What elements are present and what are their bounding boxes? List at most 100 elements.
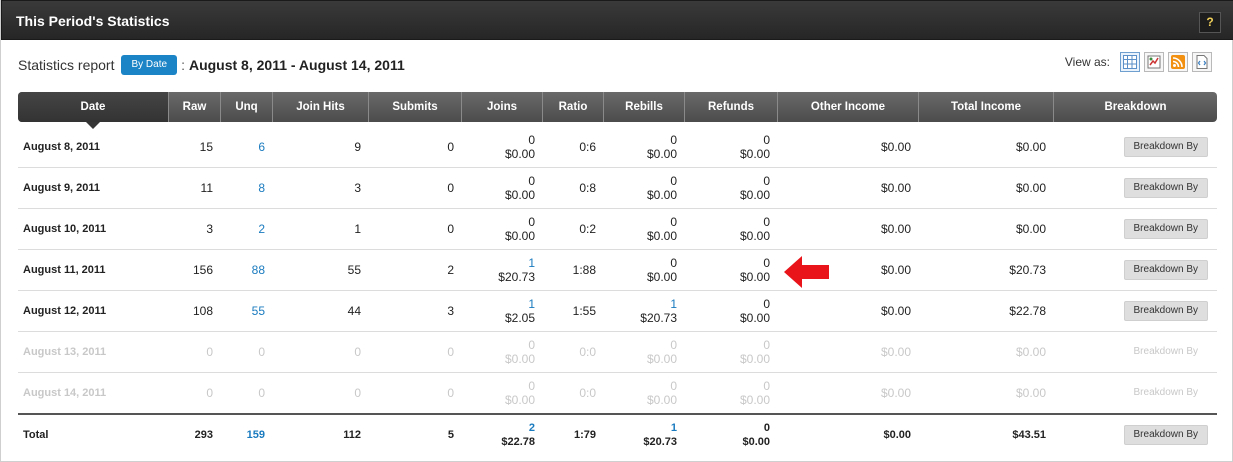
row-refunds-amount: $0.00 (739, 229, 770, 243)
row-breakdown: Breakdown By (1054, 137, 1217, 157)
breakdown-by-button[interactable]: Breakdown By (1123, 137, 1208, 157)
row-joins-amount: $0.00 (504, 188, 535, 202)
column-header-unq[interactable]: Unq (221, 92, 273, 122)
panel-title-bar: This Period's Statistics ? (1, 0, 1233, 40)
row-rebills-amount: $20.73 (640, 311, 677, 325)
row-raw: 0 (206, 345, 213, 359)
column-header-ratio[interactable]: Ratio (543, 92, 604, 122)
breakdown-by-button[interactable]: Breakdown By (1123, 178, 1208, 198)
column-header-other-income[interactable]: Other Income (778, 92, 919, 122)
total-joins: 2 $22.78 (462, 421, 543, 449)
row-unq-link[interactable]: 2 (221, 222, 273, 236)
row-refunds: 0 $0.00 (685, 174, 778, 202)
row-rebills-amount: $0.00 (646, 147, 677, 161)
column-header-submits[interactable]: Submits (369, 92, 462, 122)
row-other-income: $0.00 (880, 140, 911, 154)
total-other-income: $0.00 (883, 429, 911, 441)
statistics-table-body: August 8, 2011 15 6 9 0 0 $0.00 0:6 0 $0.0… (18, 127, 1217, 455)
row-joins-amount: $0.00 (504, 393, 535, 407)
by-date-button[interactable]: By Date (121, 55, 178, 75)
column-header-join-hits[interactable]: Join Hits (273, 92, 369, 122)
chart-view-icon[interactable] (1144, 52, 1164, 72)
column-header-refunds[interactable]: Refunds (685, 92, 778, 122)
view-as-label: View as: (1064, 55, 1110, 69)
total-raw: 293 (194, 429, 213, 441)
row-total-income: $0.00 (1015, 181, 1046, 195)
grid-view-icon[interactable] (1120, 52, 1140, 72)
separator: : (181, 57, 185, 73)
row-raw: 3 (206, 222, 213, 236)
row-rebills: 0 $0.00 (604, 174, 685, 202)
column-header-joins[interactable]: Joins (462, 92, 543, 122)
row-submits: 0 (447, 181, 454, 195)
row-ratio: 0:2 (579, 222, 596, 236)
row-refunds-count: 0 (763, 338, 770, 352)
row-rebills-count: 0 (670, 338, 677, 352)
row-raw: 0 (206, 386, 213, 400)
row-join-hits: 9 (354, 140, 361, 154)
row-raw: 11 (200, 181, 213, 195)
row-joins: 1 $20.73 (462, 256, 543, 284)
column-header-date[interactable]: Date (18, 92, 169, 129)
row-rebills: 1 $20.73 (604, 297, 685, 325)
red-arrow-icon (784, 256, 829, 288)
rss-feed-icon[interactable] (1168, 52, 1188, 72)
help-button[interactable]: ? (1199, 12, 1221, 33)
row-refunds: 0 $0.00 (685, 297, 778, 325)
row-submits: 0 (447, 386, 454, 400)
row-unq-link[interactable]: 6 (221, 140, 273, 154)
row-joins-count-link[interactable]: 1 (462, 256, 535, 270)
row-refunds-amount: $0.00 (739, 147, 770, 161)
row-breakdown: Breakdown By (1054, 301, 1217, 321)
breakdown-by-button[interactable]: Breakdown By (1123, 260, 1208, 280)
table-row: August 14, 2011 0 0 0 0 0 $0.00 0:0 0 $0.0… (18, 373, 1217, 414)
row-ratio: 0:8 (579, 181, 596, 195)
row-date: August 14, 2011 (23, 387, 107, 399)
row-rebills: 0 $0.00 (604, 256, 685, 284)
total-rebills-amount: $20.73 (643, 436, 677, 448)
row-submits: 0 (447, 140, 454, 154)
row-rebills-count-link[interactable]: 1 (604, 297, 677, 311)
total-refunds-amount: $0.00 (742, 436, 770, 448)
report-label: Statistics report (18, 57, 115, 73)
row-refunds: 0 $0.00 (685, 379, 778, 407)
row-joins: 0 $0.00 (462, 174, 543, 202)
total-label: Total (23, 429, 49, 441)
row-unq-link[interactable]: 55 (221, 304, 273, 318)
total-unq-link[interactable]: 159 (221, 428, 273, 442)
row-joins-count-link[interactable]: 1 (462, 297, 535, 311)
total-refunds: 0 $0.00 (685, 421, 778, 449)
row-joins: 1 $2.05 (462, 297, 543, 325)
breakdown-by-button[interactable]: Breakdown By (1123, 219, 1208, 239)
row-joins-count: 0 (528, 379, 535, 393)
row-breakdown: Breakdown By (1054, 178, 1217, 198)
row-refunds-count: 0 (763, 297, 770, 311)
breakdown-by-button[interactable]: Breakdown By (1123, 425, 1208, 445)
row-refunds-count: 0 (763, 379, 770, 393)
row-joins-count: 0 (528, 133, 535, 147)
row-raw: 156 (192, 263, 213, 277)
row-join-hits: 0 (354, 345, 361, 359)
row-ratio: 0:0 (579, 345, 596, 359)
column-header-raw[interactable]: Raw (169, 92, 221, 122)
row-total-income: $0.00 (1015, 345, 1046, 359)
breakdown-by-button[interactable]: Breakdown By (1123, 301, 1208, 321)
row-raw: 15 (199, 140, 213, 154)
xml-export-icon[interactable] (1192, 52, 1212, 72)
row-unq-link[interactable]: 8 (221, 181, 273, 195)
view-as-toolbar: View as: (1065, 52, 1212, 72)
total-joins-count-link[interactable]: 2 (462, 421, 535, 435)
table-row: August 8, 2011 15 6 9 0 0 $0.00 0:6 0 $0.0… (18, 127, 1217, 168)
column-header-total-income[interactable]: Total Income (919, 92, 1054, 122)
total-rebills-count-link[interactable]: 1 (604, 421, 677, 435)
row-unq-link[interactable]: 88 (221, 263, 273, 277)
row-refunds-count: 0 (763, 133, 770, 147)
row-refunds-count: 0 (763, 174, 770, 188)
column-header-breakdown: Breakdown (1104, 101, 1167, 113)
row-other-income: $0.00 (880, 181, 911, 195)
row-rebills-count: 0 (670, 256, 677, 270)
column-header-rebills[interactable]: Rebills (604, 92, 685, 122)
row-join-hits: 3 (354, 181, 361, 195)
row-refunds: 0 $0.00 (685, 215, 778, 243)
row-rebills-count: 0 (670, 174, 677, 188)
